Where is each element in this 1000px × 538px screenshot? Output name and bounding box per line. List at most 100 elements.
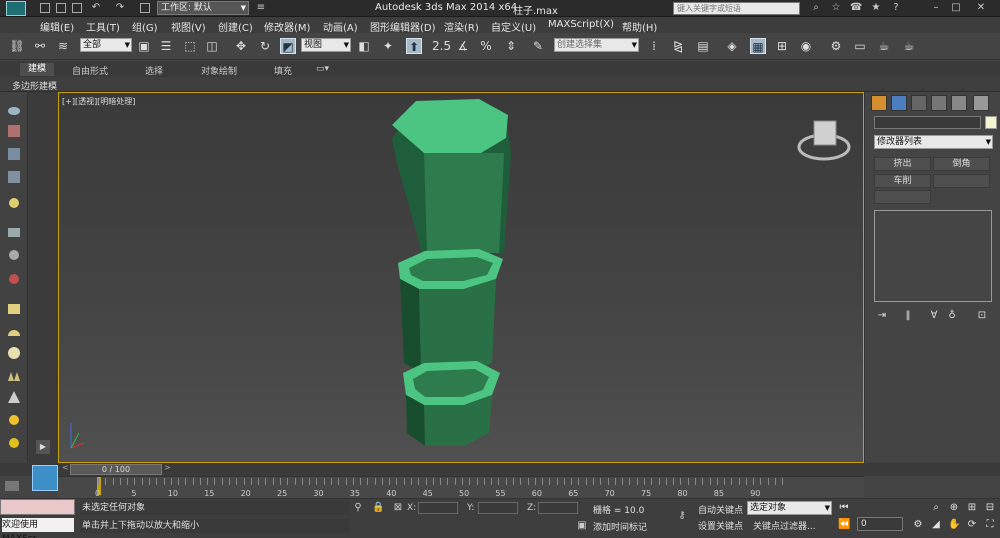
ribbon-tab-freeform[interactable]: 自由形式	[72, 64, 108, 77]
selection-lock-icon[interactable]: 🔒	[372, 502, 384, 514]
percent-snap-icon[interactable]: %	[478, 38, 494, 54]
menu-maxscript[interactable]: MAXScript(X)	[548, 19, 614, 30]
grass-icon[interactable]	[6, 369, 22, 383]
mini-viewport-preview[interactable]	[32, 465, 58, 491]
reference-coordinate-dropdown[interactable]: 视图 ▼	[301, 38, 351, 52]
time-slider[interactable]: 0 / 100	[70, 464, 162, 475]
previous-frame-icon[interactable]: <	[62, 463, 69, 472]
ribbon-tab-selection[interactable]: 选择	[145, 64, 163, 77]
favorites-icon[interactable]: ★	[870, 2, 882, 14]
ribbon-options-icon[interactable]: ▭▾	[316, 64, 329, 74]
menu-view[interactable]: 视图(V)	[171, 19, 206, 34]
object-name-field[interactable]	[874, 116, 981, 129]
selection-filter-dropdown[interactable]: 全部 ▼	[80, 38, 132, 52]
zoom-icon[interactable]: ⌕	[930, 502, 942, 514]
select-by-name-icon[interactable]: ☰	[158, 38, 174, 54]
graphite-tools-icon[interactable]: ◈	[724, 38, 740, 54]
menu-group[interactable]: 组(G)	[132, 19, 158, 34]
keyboard-shortcut-override-icon[interactable]: ⬆	[406, 38, 422, 54]
column-model[interactable]	[59, 93, 864, 463]
maxscript-welcome-label[interactable]: 欢迎使用 MAXScr	[2, 518, 74, 538]
y-coordinate-field[interactable]	[478, 502, 518, 514]
ribbon-tab-object-paint[interactable]: 对象绘制	[201, 64, 237, 77]
binoculars-icon[interactable]: ⌕	[810, 2, 822, 14]
key-filters-button[interactable]: 关键点过滤器...	[753, 519, 816, 532]
show-end-result-icon[interactable]: ‖	[901, 310, 915, 322]
mirror-icon[interactable]: ⁞	[646, 38, 662, 54]
project-folder-icon[interactable]	[140, 3, 150, 13]
close-icon[interactable]: ✕	[975, 2, 987, 14]
spinner-snap-icon[interactable]: ⇕	[503, 38, 519, 54]
key-selection-dropdown[interactable]: 选定对象 ▼	[747, 501, 832, 515]
minimize-icon[interactable]: –	[930, 2, 942, 14]
next-frame-icon[interactable]: >	[164, 463, 171, 472]
layer-manager-icon[interactable]: ▤	[695, 38, 711, 54]
play-small-icon[interactable]: ▶	[36, 440, 50, 454]
z-coordinate-field[interactable]	[538, 502, 578, 514]
empty-modifier-button-2[interactable]	[874, 190, 931, 204]
polygon-modeling-label[interactable]: 多边形建模	[12, 79, 57, 92]
select-and-move-icon[interactable]: ✥	[233, 38, 249, 54]
maxscript-listener-input[interactable]	[0, 499, 75, 515]
cone-icon[interactable]	[6, 390, 22, 404]
unlink-icon[interactable]: ⚯	[32, 38, 48, 54]
create-tab-icon[interactable]	[871, 95, 887, 111]
teapot-icon[interactable]	[6, 102, 22, 116]
edit-named-selection-icon[interactable]: ✎	[530, 38, 546, 54]
render-setup-icon[interactable]: ⚙	[828, 38, 844, 54]
select-and-manipulate-icon[interactable]: ✦	[380, 38, 396, 54]
maximize-viewport-icon[interactable]: ⛶	[984, 519, 996, 531]
orbit-icon[interactable]: ⟳	[966, 519, 978, 531]
time-config-icon[interactable]: ⚙	[912, 519, 924, 531]
maximize-icon[interactable]: □	[950, 2, 962, 14]
box-primitive-icon[interactable]	[6, 302, 22, 316]
modifier-list-dropdown[interactable]: 修改器列表 ▼	[874, 135, 993, 149]
hemisphere-icon[interactable]	[6, 324, 22, 338]
set-key-button[interactable]: 设置关键点	[698, 519, 743, 532]
rectangular-selection-icon[interactable]: ⬚	[182, 38, 198, 54]
hierarchy-tab-icon[interactable]	[911, 95, 927, 111]
quick-access-expand-icon[interactable]: ≡	[255, 2, 267, 14]
new-file-icon[interactable]	[40, 3, 50, 13]
extrude-button[interactable]: 挤出	[874, 157, 931, 171]
pan-view-icon[interactable]: ✋	[948, 519, 960, 531]
render-effect-icon[interactable]	[6, 272, 22, 286]
absolute-mode-icon[interactable]: ⊠	[392, 502, 404, 514]
time-tag-icon[interactable]: ▣	[576, 520, 588, 532]
menu-edit[interactable]: 编辑(E)	[40, 19, 74, 34]
ring-icon[interactable]	[6, 436, 22, 450]
subscription-icon[interactable]: ☆	[830, 2, 842, 14]
light-icon[interactable]	[6, 196, 22, 210]
zoom-extents-all-icon[interactable]: ⊟	[984, 502, 996, 514]
search-input[interactable]: 键入关键字或短语	[673, 2, 800, 15]
render-production-icon[interactable]: ☕	[876, 38, 892, 54]
empty-modifier-button[interactable]	[933, 174, 990, 188]
track-bar[interactable]: 0 5 10 15 20 25 30 35 40 45 50 55 60 65 70 75 80 85 90	[58, 476, 864, 498]
schematic-view-icon[interactable]: ⊞	[774, 38, 790, 54]
menu-create[interactable]: 创建(C)	[218, 19, 253, 34]
perspective-viewport[interactable]: [+][透视][明暗处理]	[58, 92, 864, 463]
configure-sets-icon[interactable]: ⊡	[975, 310, 989, 322]
sun-icon[interactable]	[6, 413, 22, 427]
utilities-tab-icon[interactable]	[973, 95, 989, 111]
set-key-icon[interactable]: ⚷	[672, 510, 692, 522]
3dsmax-logo-icon[interactable]	[6, 1, 26, 16]
object-color-swatch[interactable]	[985, 116, 997, 129]
sphere-icon[interactable]	[6, 346, 22, 360]
redo-icon[interactable]: ↷	[114, 2, 126, 14]
modifier-stack-list[interactable]	[874, 210, 992, 302]
menu-help[interactable]: 帮助(H)	[622, 19, 657, 34]
bind-space-warp-icon[interactable]: ≋	[55, 38, 71, 54]
motion-tab-icon[interactable]	[931, 95, 947, 111]
menu-rendering[interactable]: 渲染(R)	[444, 19, 479, 34]
menu-modifiers[interactable]: 修改器(M)	[264, 19, 310, 34]
menu-animation[interactable]: 动画(A)	[323, 19, 358, 34]
material-icon[interactable]	[6, 124, 22, 138]
sound-icon[interactable]	[6, 248, 22, 262]
field-of-view-icon[interactable]: ◢	[930, 519, 942, 531]
ribbon-tab-modeling[interactable]: 建模	[20, 63, 55, 76]
select-and-scale-icon[interactable]: ◩	[280, 38, 296, 54]
use-pivot-center-icon[interactable]: ◧	[356, 38, 372, 54]
workspace-dropdown[interactable]: 工作区: 默认 ▼	[157, 1, 249, 15]
named-selection-dropdown[interactable]: 创建选择集 ▼	[554, 38, 639, 52]
